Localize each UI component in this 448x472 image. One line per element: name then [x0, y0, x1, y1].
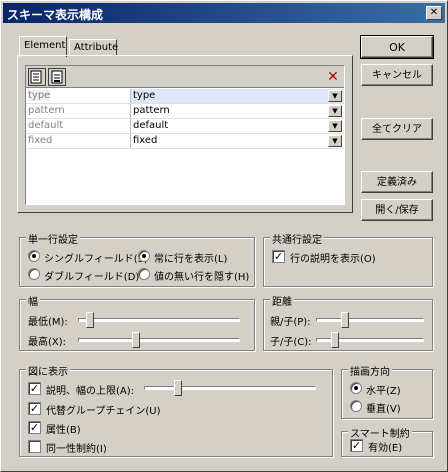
drawing-direction-group: 描画方向 水平(Z) 垂直(V) [341, 363, 433, 419]
single-row-settings-group: 単一行設定 シングルフィールド(S) ダブルフィールド(D) 常に行を表示(L)… [19, 231, 255, 287]
width-min-track [78, 318, 240, 322]
common-row-settings-group: 共通行設定 ✓ 行の説明を表示(O) [263, 231, 433, 287]
property-grid: ✕ type type ▼ pattern pattern ▼ default … [25, 65, 345, 205]
dropdown-arrow-icon[interactable]: ▼ [328, 135, 342, 147]
always-show-label: 常に行を表示(L) [154, 254, 228, 265]
parent-child-track [316, 318, 424, 322]
window-title: スキーマ表示構成 [7, 8, 104, 22]
desc-width-slider[interactable] [173, 380, 182, 396]
cancel-button[interactable]: キャンセル [361, 64, 433, 86]
row-name: type [28, 90, 51, 101]
row-value[interactable]: default ▼ [130, 119, 344, 133]
row-value[interactable]: fixed ▼ [130, 134, 344, 148]
width-min-slider[interactable] [85, 312, 94, 328]
row-name: fixed [28, 135, 53, 146]
hide-empty-label: 値の無い行を隠す(H) [154, 272, 250, 283]
width-min-label: 最低(M): [28, 317, 68, 328]
desc-width-checkbox[interactable]: ✓ [28, 382, 41, 395]
open-save-button[interactable]: 開く/保存 [361, 199, 433, 221]
width-group: 幅 最低(M): 最高(X): [19, 293, 255, 351]
distance-group: 距離 親/子(P): 子/子(C): [263, 293, 433, 351]
substitution-chain-checkbox[interactable]: ✓ [28, 402, 41, 415]
substitution-chain-label: 代替グループチェイン(U) [46, 406, 161, 417]
dropdown-arrow-icon[interactable]: ▼ [328, 105, 342, 117]
identity-constraint-checkbox[interactable] [28, 440, 41, 453]
double-field-label: ダブルフィールド(D) [44, 272, 140, 283]
child-child-slider[interactable] [331, 332, 339, 348]
smart-enabled-label: 有効(E) [368, 443, 403, 454]
dialog-window: スキーマ表示構成 ✕ Element Attribute ✕ type type… [0, 0, 448, 472]
single-field-label: シングルフィールド(S) [44, 254, 148, 265]
desc-width-track [144, 386, 316, 390]
always-show-radio[interactable] [138, 250, 150, 262]
delete-row-icon[interactable]: ✕ [325, 69, 341, 85]
title-bar[interactable]: スキーマ表示構成 ✕ [3, 3, 445, 23]
clear-all-button[interactable]: 全てクリア [361, 118, 433, 140]
horizontal-radio[interactable] [350, 382, 362, 394]
tab-element[interactable]: Element [19, 36, 67, 57]
parent-child-label: 親/子(P): [270, 317, 311, 328]
grid-toolbar: ✕ [26, 66, 344, 88]
desc-width-label: 説明、幅の上限(A): [46, 386, 135, 397]
width-max-track [78, 338, 240, 342]
row-value[interactable]: pattern ▼ [130, 104, 344, 118]
insert-row-icon[interactable] [28, 68, 46, 86]
dropdown-arrow-icon[interactable]: ▼ [328, 90, 342, 102]
width-max-label: 最高(X): [28, 337, 67, 348]
group-title: 描画方向 [348, 363, 392, 378]
grid-row-fixed[interactable]: fixed fixed ▼ [26, 134, 344, 149]
child-child-label: 子/子(C): [270, 337, 312, 348]
predefined-button[interactable]: 定義済み [361, 171, 433, 193]
single-field-radio[interactable] [28, 250, 40, 262]
double-field-radio[interactable] [28, 268, 40, 280]
vertical-radio[interactable] [350, 400, 362, 412]
attributes-label: 属性(B) [46, 425, 81, 436]
show-desc-label: 行の説明を表示(O) [290, 254, 376, 265]
attributes-checkbox[interactable]: ✓ [28, 421, 41, 434]
smart-enabled-checkbox[interactable]: ✓ [350, 439, 363, 452]
grid-row-default[interactable]: default default ▼ [26, 119, 344, 134]
show-desc-checkbox[interactable]: ✓ [272, 250, 285, 263]
group-title: スマート制約 [348, 425, 412, 440]
group-title: 単一行設定 [26, 231, 80, 246]
parent-child-slider[interactable] [341, 312, 349, 328]
row-name: pattern [28, 105, 65, 116]
dropdown-arrow-icon[interactable]: ▼ [328, 120, 342, 132]
row-value[interactable]: type ▼ [130, 89, 344, 103]
grid-row-pattern[interactable]: pattern pattern ▼ [26, 104, 344, 119]
ok-button[interactable]: OK [360, 35, 434, 59]
smart-restrict-group: スマート制約 ✓ 有効(E) [341, 425, 433, 457]
group-title: 図に表示 [26, 363, 70, 378]
width-max-slider[interactable] [131, 332, 140, 348]
hide-empty-radio[interactable] [138, 268, 150, 280]
tab-attribute[interactable]: Attribute [69, 39, 118, 56]
identity-constraint-label: 同一性制約(I) [46, 444, 107, 455]
group-title: 幅 [26, 293, 40, 308]
group-title: 共通行設定 [270, 231, 324, 246]
vertical-label: 垂直(V) [366, 404, 401, 415]
group-title: 距離 [270, 293, 294, 308]
append-row-icon[interactable] [48, 68, 66, 86]
close-button[interactable]: ✕ [426, 6, 442, 20]
show-in-diagram-group: 図に表示 ✓ 説明、幅の上限(A): ✓ 代替グループチェイン(U) ✓ 属性(… [19, 363, 333, 457]
horizontal-label: 水平(Z) [366, 386, 401, 397]
grid-row-type[interactable]: type type ▼ [26, 89, 344, 104]
row-name: default [28, 120, 64, 131]
